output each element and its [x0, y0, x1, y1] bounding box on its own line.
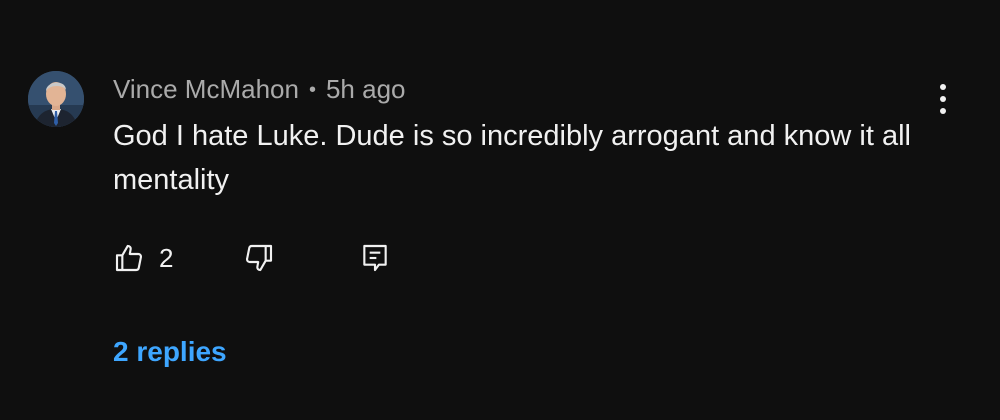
avatar[interactable] [28, 71, 84, 127]
thumbs-down-icon [245, 244, 273, 272]
comment-time[interactable]: 5h ago [326, 74, 406, 104]
comment-text: God I hate Luke. Dude is so incredibly a… [113, 120, 911, 196]
dislike-button[interactable] [243, 238, 275, 278]
meta-separator: • [308, 79, 316, 101]
reply-button[interactable] [359, 238, 391, 278]
more-vertical-icon-dot [940, 96, 946, 102]
like-button[interactable]: 2 [113, 238, 173, 278]
more-options-button[interactable] [928, 84, 958, 118]
avatar-image [28, 71, 84, 127]
like-count: 2 [159, 242, 174, 273]
comment-meta: Vince McMahon • 5h ago [113, 73, 406, 106]
more-vertical-icon [940, 84, 946, 90]
comment-thread: Vince McMahon • 5h ago God I hate Luke. Du… [0, 0, 1000, 420]
thumbs-up-icon [115, 244, 143, 272]
comment-reply-icon [363, 244, 387, 272]
author-name[interactable]: Vince McMahon [113, 74, 299, 104]
more-vertical-icon-dot [940, 108, 946, 114]
view-replies-link[interactable]: 2 replies [113, 336, 227, 368]
